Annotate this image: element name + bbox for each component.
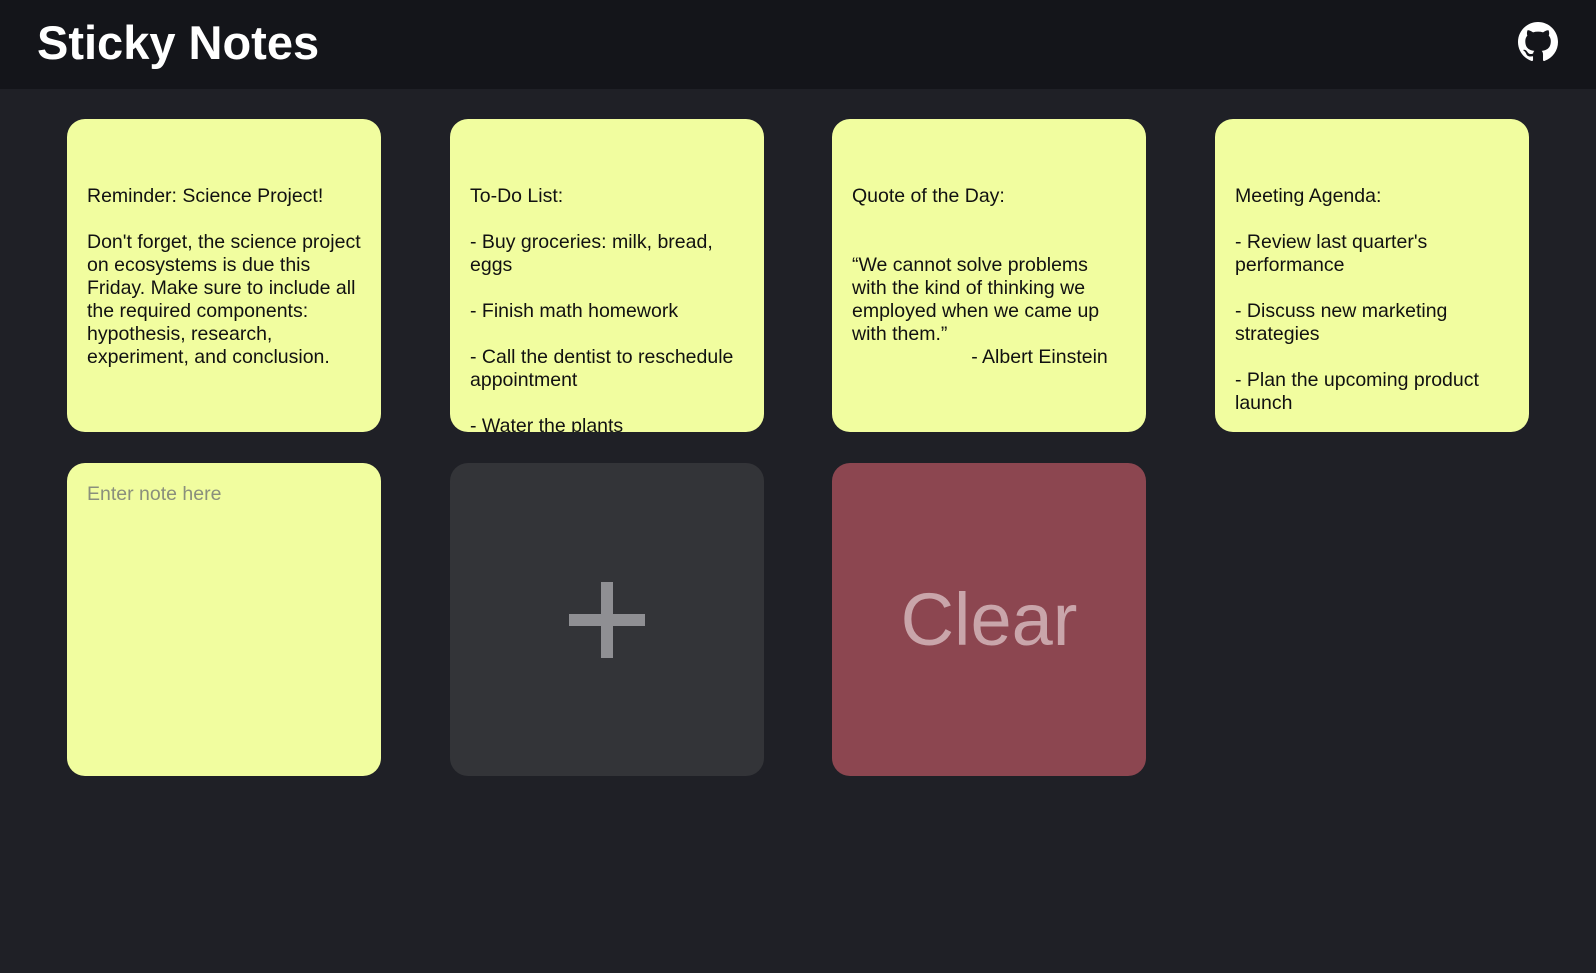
- note-text: Reminder: Science Project! Don't forget,…: [87, 185, 361, 368]
- new-note-input[interactable]: [67, 463, 381, 776]
- github-link[interactable]: [1518, 22, 1558, 62]
- add-note-button[interactable]: [450, 463, 764, 776]
- clear-button[interactable]: Clear: [832, 463, 1146, 776]
- app-title: Sticky Notes: [37, 16, 320, 69]
- note-text: Quote of the Day: “We cannot solve probl…: [852, 185, 1108, 368]
- sticky-note-todo-list[interactable]: To-Do List: - Buy groceries: milk, bread…: [450, 119, 764, 432]
- github-icon: [1518, 22, 1558, 62]
- plus-icon: [569, 581, 645, 658]
- app-header: Sticky Notes: [0, 0, 1596, 89]
- sticky-note-meeting-agenda[interactable]: Meeting Agenda: - Review last quarter's …: [1215, 119, 1529, 432]
- sticky-note-science-project[interactable]: Reminder: Science Project! Don't forget,…: [67, 119, 381, 432]
- note-text: To-Do List: - Buy groceries: milk, bread…: [470, 185, 734, 432]
- sticky-note-quote-of-the-day[interactable]: Quote of the Day: “We cannot solve probl…: [832, 119, 1146, 432]
- note-text: Meeting Agenda: - Review last quarter's …: [1235, 185, 1479, 414]
